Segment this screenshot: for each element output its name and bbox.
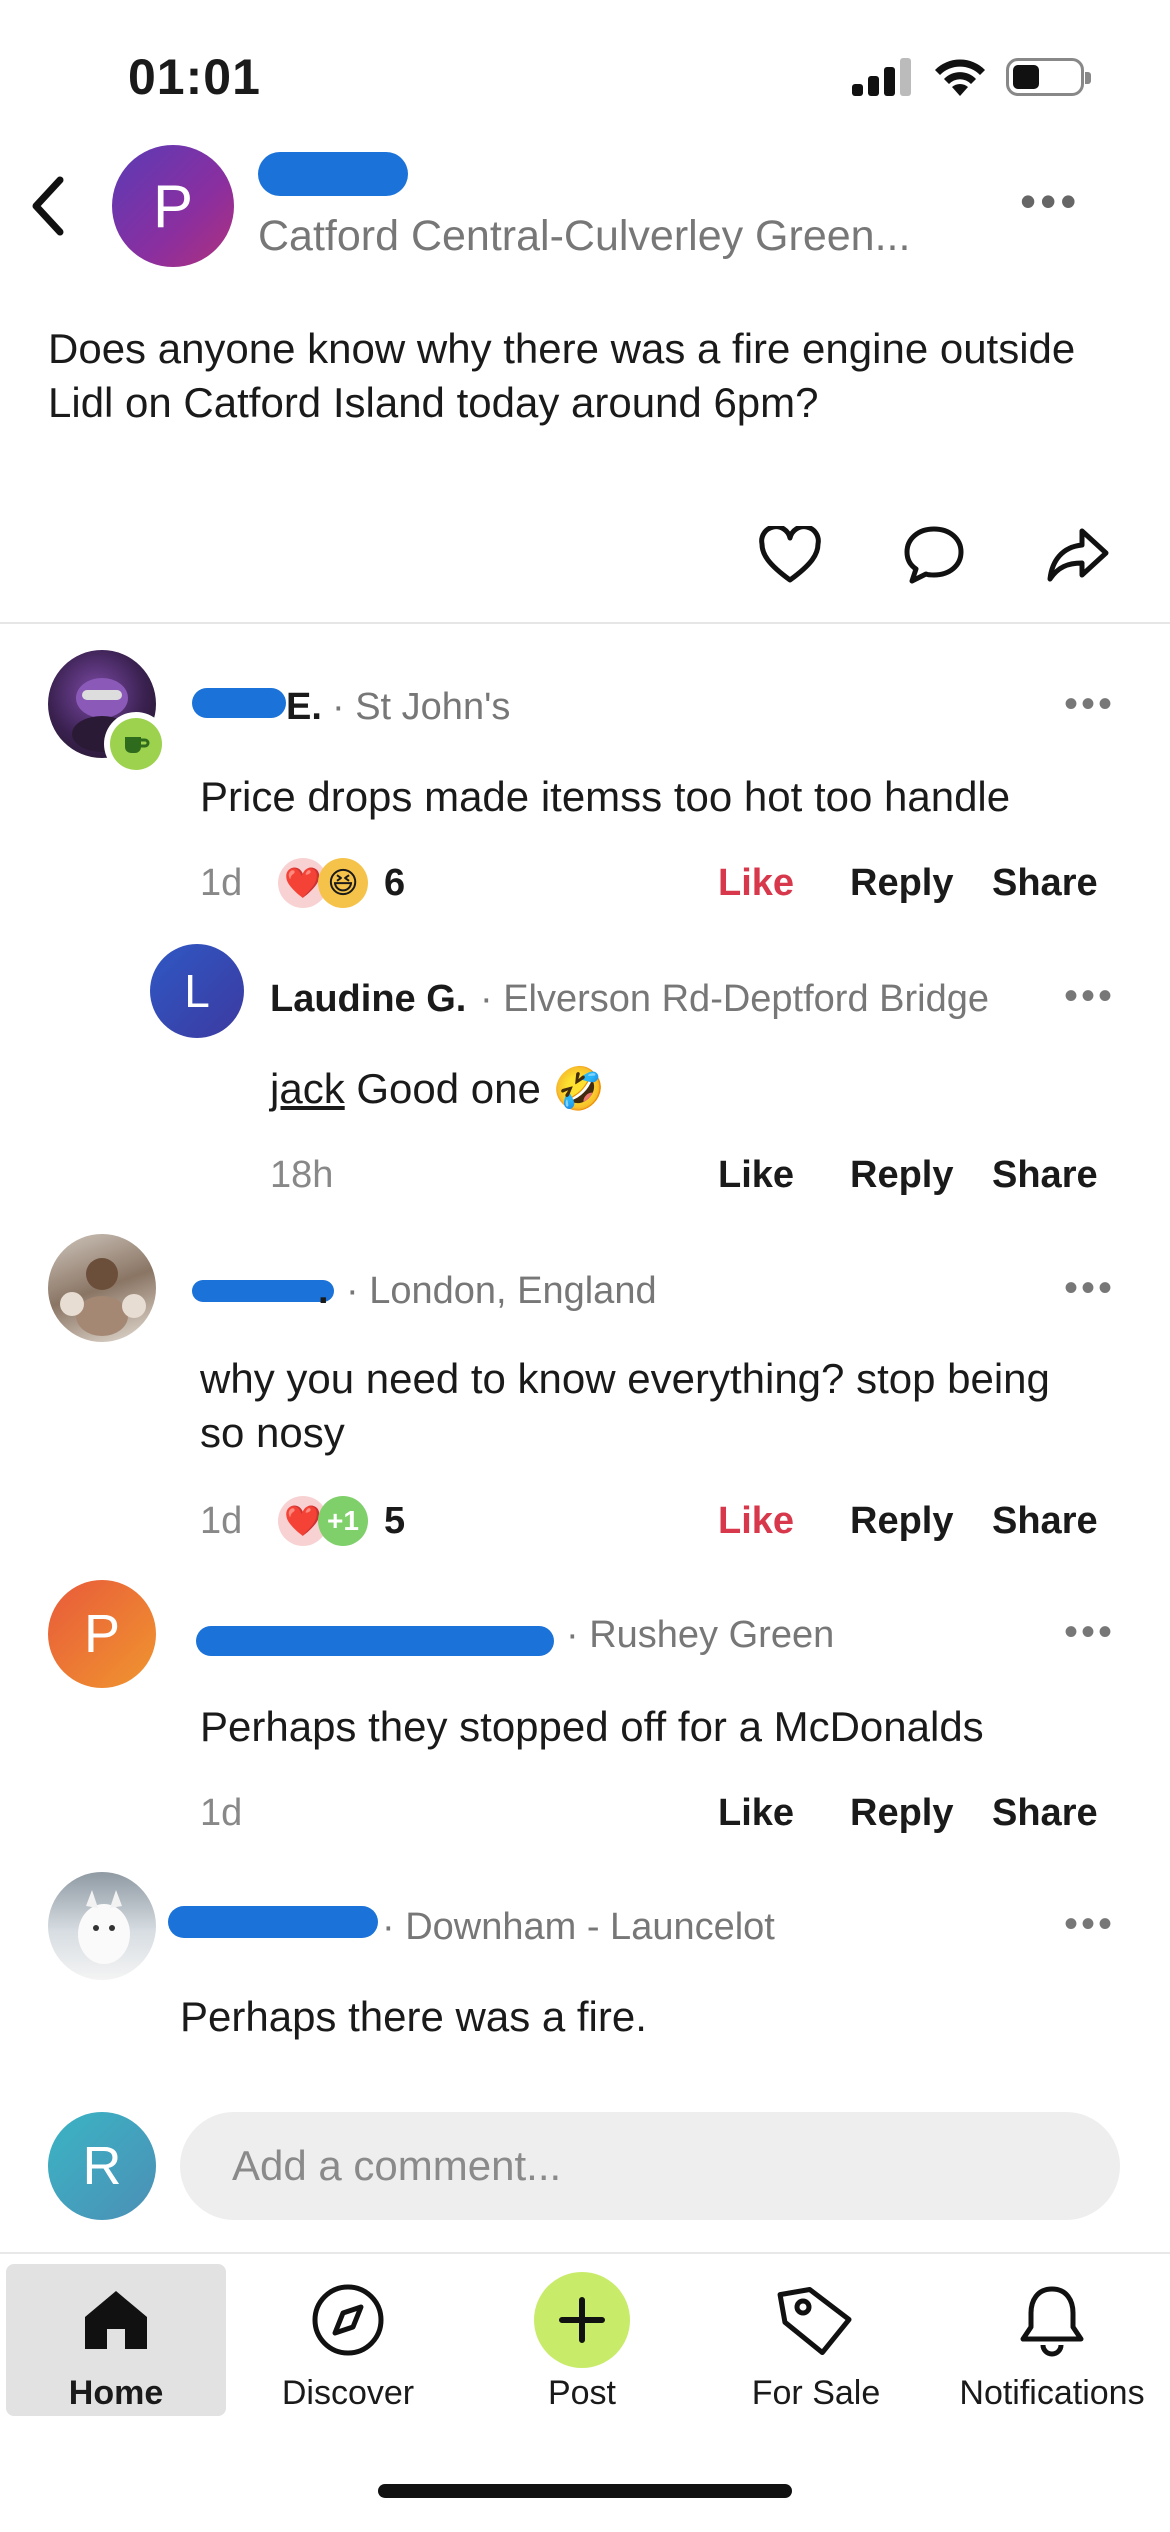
bottom-tab-bar: Home Discover Post For Sale Notification… [0,2252,1170,2422]
commenter-avatar[interactable] [48,1234,156,1342]
share-button[interactable]: Share [992,1154,1098,1197]
reply-button[interactable]: Reply [850,1154,953,1197]
divider [0,622,1170,624]
commenter-location[interactable]: · Downham - Launcelot [382,1906,775,1949]
share-button[interactable]: Share [992,862,1098,905]
status-time: 01:01 [128,49,261,105]
my-avatar[interactable]: R [48,2112,156,2220]
commenter-avatar[interactable]: L [150,944,244,1038]
comment-post-button[interactable] [896,520,972,590]
reaction-count[interactable]: 5 [384,1500,405,1543]
commenter-name-redaction [192,688,286,718]
commenter-location[interactable]: · Rushey Green [566,1614,834,1657]
bell-icon [1020,2286,1084,2357]
home-icon [85,2291,147,2349]
cellular-signal-icon [852,58,912,96]
comment-time: 1d [200,1500,243,1542]
like-post-button[interactable] [752,520,828,590]
tab-label: Post [547,2374,617,2412]
chevron-left-icon [32,176,64,236]
tab-home[interactable]: Home [6,2264,226,2416]
comment-text: jack Good one 🤣 [270,1062,1130,1116]
post-button-circle [534,2272,630,2368]
comment-text: Price drops made itemss too hot too hand… [200,773,1011,820]
commenter-name-redaction [196,1626,554,1656]
add-comment-input[interactable] [180,2112,1120,2220]
share-post-button[interactable] [1040,520,1116,590]
commenter-name-redaction [168,1906,378,1938]
commenter-name[interactable]: . [318,1270,329,1313]
comment-more-icon[interactable]: ••• [1064,682,1115,727]
share-arrow-icon [1047,528,1109,582]
tab-label: For Sale [751,2374,881,2412]
reaction-count[interactable]: 6 [384,862,405,905]
like-button[interactable]: Like [718,862,794,905]
like-button[interactable]: Like [718,1500,794,1543]
back-button[interactable] [18,168,78,244]
like-button[interactable]: Like [718,1154,794,1197]
comment-more-icon[interactable]: ••• [1064,974,1115,1019]
commenter-location[interactable]: · Elverson Rd-Deptford Bridge [480,978,989,1021]
home-indicator [378,2484,792,2498]
status-bar: 01:01 [0,0,1170,150]
reply-button[interactable]: Reply [850,1792,953,1835]
like-button[interactable]: Like [718,1792,794,1835]
share-button[interactable]: Share [992,1792,1098,1835]
comment-more-icon[interactable]: ••• [1064,1610,1115,1655]
post-actions [0,520,1170,590]
mention-link[interactable]: jack [270,1065,345,1112]
reply-button[interactable]: Reply [850,1500,953,1543]
coffee-badge-icon [110,718,162,770]
author-avatar[interactable]: P [112,145,234,267]
comment-more-icon[interactable]: ••• [1064,1266,1115,1311]
tab-label: Discover [281,2374,415,2412]
commenter-location[interactable]: · St John's [332,686,510,729]
tab-discover[interactable]: Discover [238,2264,458,2416]
commenter-name[interactable]: E. [286,686,322,729]
commenter-avatar[interactable]: P [48,1580,156,1688]
heart-icon [759,526,821,583]
commenter-name[interactable]: Laudine G. [270,978,466,1021]
comment-more-icon[interactable]: ••• [1064,1902,1115,1947]
tab-notifications[interactable]: Notifications [938,2264,1166,2416]
tab-label: Home [68,2374,164,2412]
comment-time: 1d [200,1792,243,1834]
tab-for-sale[interactable]: For Sale [706,2264,926,2416]
plus-icon [559,2297,605,2343]
wifi-icon [935,59,985,96]
comment-text: Perhaps there was a fire. [180,1993,647,2040]
share-button[interactable]: Share [992,1500,1098,1543]
tab-post[interactable]: Post [472,2264,692,2416]
people-photo-icon [60,1258,146,1336]
tab-label: Notifications [959,2374,1145,2412]
comment-time: 18h [270,1154,334,1196]
author-location[interactable]: Catford Central-Culverley Green... [258,212,910,261]
author-name-redacted [258,152,408,196]
comment-text-body: Good one 🤣 [356,1065,605,1112]
comment-text: why you need to know everything? stop be… [200,1355,1050,1456]
compass-icon [312,2284,384,2356]
plus-one-reaction-icon[interactable]: +1 [318,1496,368,1546]
speech-bubble-icon [904,526,964,584]
commenter-avatar[interactable] [48,1872,156,1980]
post-more-icon[interactable]: ••• [1020,174,1080,228]
reply-button[interactable]: Reply [850,862,953,905]
comment-text: Perhaps they stopped off for a McDonalds [200,1703,984,1750]
wolf-photo-icon [78,1890,130,1964]
laugh-reaction-icon[interactable]: 😆 [318,858,368,908]
battery-icon [1006,58,1091,96]
tag-icon [777,2286,852,2356]
commenter-name-redaction [192,1280,334,1302]
post-body: Does anyone know why there was a fire en… [48,325,1076,426]
comment-time: 1d [200,862,243,904]
commenter-location[interactable]: · London, England [346,1270,657,1313]
